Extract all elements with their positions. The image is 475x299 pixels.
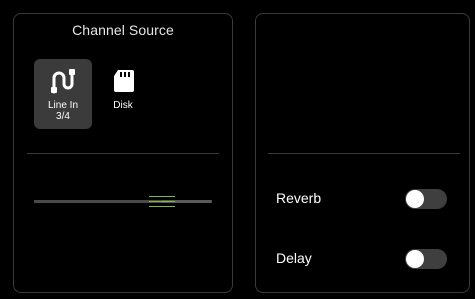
right-divider [268, 153, 460, 154]
delay-toggle[interactable] [405, 249, 447, 269]
reverb-label: Reverb [276, 190, 322, 206]
delay-label: Delay [276, 250, 312, 266]
source-disk-label: Disk [113, 100, 133, 111]
reverb-row: Reverb [256, 184, 469, 214]
reverb-toggle[interactable] [405, 189, 447, 209]
left-divider [27, 153, 219, 154]
reverb-toggle-knob [406, 190, 424, 208]
sd-card-icon [110, 68, 136, 94]
effects-panel: Reverb Delay [255, 13, 470, 293]
level-fader-fill [34, 200, 163, 203]
channel-source-title: Channel Source [72, 22, 174, 38]
line-in-icon [50, 68, 76, 94]
level-fader-track[interactable] [34, 200, 212, 203]
delay-row: Delay [256, 244, 469, 274]
source-line-in-button[interactable]: Line In 3/4 [34, 59, 92, 129]
source-line-in-label: Line In 3/4 [47, 100, 79, 122]
delay-toggle-knob [406, 250, 424, 268]
source-disk-button[interactable]: Disk [94, 59, 152, 129]
channel-source-panel: Channel Source Line In 3/4 Disk [13, 13, 233, 293]
level-fader-handle[interactable] [149, 196, 176, 207]
